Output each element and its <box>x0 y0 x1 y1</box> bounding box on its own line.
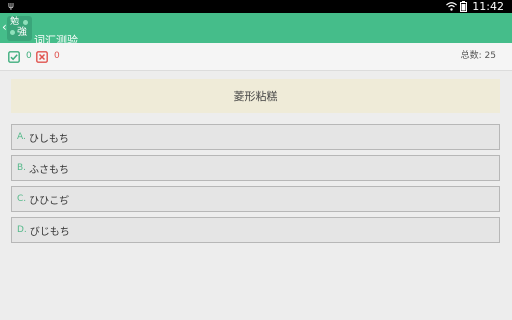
usb-icon: ψ <box>8 1 14 11</box>
wrong-count: 0 <box>54 51 60 61</box>
check-box-icon <box>8 50 20 63</box>
battery-icon <box>460 1 468 12</box>
total-count: 总数: 25 <box>460 51 496 61</box>
option-letter: A. <box>17 132 26 142</box>
option-text: ひしもち <box>28 133 69 145</box>
question-text: 菱形粘糕 <box>233 90 278 103</box>
app-logo[interactable]: 勉 強 <box>7 16 32 41</box>
wifi-icon <box>446 2 458 11</box>
option-text: ふさもち <box>29 164 70 176</box>
score-bar: 0 0 <box>0 43 512 71</box>
option-letter: B. <box>17 163 27 173</box>
option-letter: C. <box>17 194 27 204</box>
cross-box-icon <box>36 50 48 63</box>
status-bar: ψ 11:42 <box>0 0 512 13</box>
wrong-score: 0 <box>36 50 60 63</box>
option-text: ひひこぢ <box>29 195 70 207</box>
correct-count: 0 <box>26 51 32 61</box>
option-a[interactable]: A. ひしもち <box>11 124 500 150</box>
option-letter: D. <box>17 225 27 235</box>
logo-char-bottom: 強 <box>17 27 27 38</box>
logo-dot <box>10 30 15 35</box>
option-b[interactable]: B. ふさもち <box>11 155 500 181</box>
status-time: 11:42 <box>472 0 504 13</box>
option-d[interactable]: D. びじもち <box>11 217 500 243</box>
option-c[interactable]: C. ひひこぢ <box>11 186 500 212</box>
correct-score: 0 <box>8 50 32 63</box>
logo-dot <box>23 20 28 25</box>
app-bar: ‹ 词汇测验 <box>0 13 512 47</box>
option-text: びじもち <box>29 226 70 238</box>
status-icons: 11:42 <box>446 0 504 13</box>
question-card: 菱形粘糕 <box>11 79 500 113</box>
logo-char-top: 勉 <box>10 17 20 27</box>
